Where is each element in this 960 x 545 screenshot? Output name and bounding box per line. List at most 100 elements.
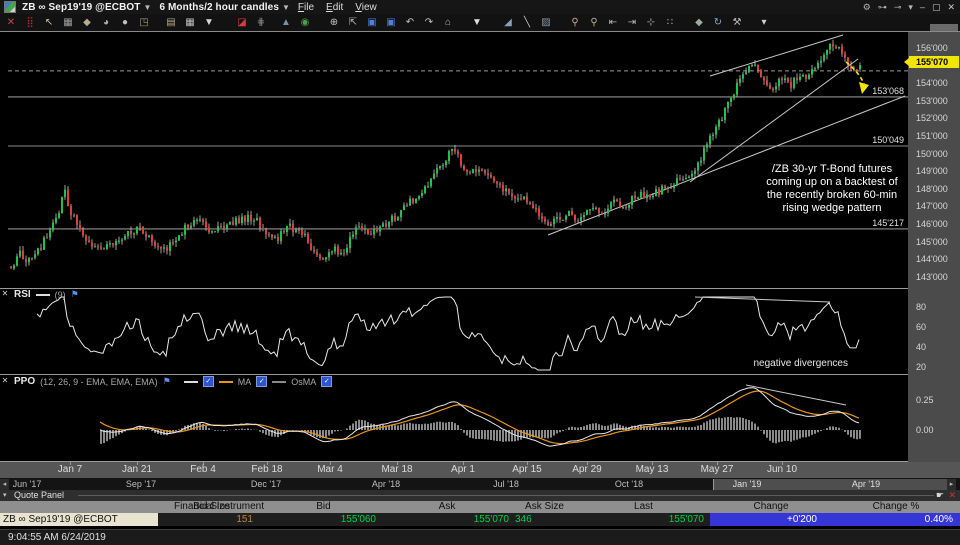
quad-grid-icon[interactable]: ▦ [182, 15, 198, 30]
rsi-scale-label: 80 [916, 302, 927, 312]
price-axis-label: 151'000 [916, 131, 948, 141]
symbol-dropdown-icon[interactable]: ▼ [144, 3, 152, 12]
date-axis-label: Mar 18 [381, 464, 413, 475]
quote-column-header: Ask [438, 501, 456, 512]
tools-icon[interactable]: ⚒ [729, 15, 745, 30]
globe-icon[interactable]: ◉ [297, 15, 313, 30]
scroll-date-label: Dec '17 [250, 479, 282, 489]
rsi-divergence-note: negative divergences [753, 358, 848, 369]
shift-right-icon[interactable]: ⇥ [624, 15, 640, 30]
minimize-icon[interactable]: – [920, 2, 925, 12]
menu-file[interactable]: File [298, 2, 314, 13]
price-axis-label: 154'000 [916, 78, 948, 89]
zoom-out-icon[interactable]: ⚲ [586, 15, 602, 30]
image-region-icon[interactable]: ◳ [136, 15, 152, 30]
drawing-toolbar: ✕ ⣿ ↖ ▦ ◆ ◕ ● ◳ ▤ ▦ ▼ ◪ ⋕ ▲ ◉ ⊕ ⇱ ▣ ▣ ↶ ↷ ⌂ ▼ ◢ ╲ ▨ ⚲ ⚲ ⇤ ⇥ ⊹ ∷ ◆ ↻ ⚒ ▾ [0, 14, 960, 31]
chart-scrollbar[interactable]: ◂ Jun '17 Sep '17 Dec '17 Apr '18 Jul '18 Oct … [0, 478, 960, 490]
redo-icon[interactable]: ↷ [421, 15, 437, 30]
price-axis[interactable]: 156'000 154'000 153'000 152'000 151'000 150'0… [904, 32, 960, 462]
note-box-icon[interactable]: ▣ [383, 15, 399, 30]
toolbar-gap [220, 15, 234, 30]
level-price-label: 145'217 [872, 218, 904, 228]
quote-column-header: Bid [316, 501, 331, 512]
remove-study-icon[interactable]: ✕ [3, 15, 19, 30]
price-axis-label: 153'000 [916, 95, 948, 106]
toolbar-gap [557, 15, 567, 30]
layout-icon[interactable]: ▤ [163, 15, 179, 30]
date-axis-label: Mar 4 [317, 464, 343, 475]
panel-separator[interactable] [0, 374, 908, 375]
quote-change: +0'200 [710, 513, 832, 526]
reload-data-icon[interactable]: ↻ [710, 15, 726, 30]
quote-instrument[interactable]: ZB ∞ Sep19'19 @ECBOT [0, 513, 158, 526]
shift-left-icon[interactable]: ⇤ [605, 15, 621, 30]
pointer-tool-icon[interactable]: ↖ [41, 15, 57, 30]
hand-tool-icon[interactable]: ◆ [79, 15, 95, 30]
link-icon[interactable]: ⊶ [878, 2, 887, 13]
scroll-date-label: Jul '18 [493, 479, 519, 489]
quote-panel-close-icon[interactable]: ✕ [948, 490, 956, 501]
timeframe-title[interactable]: 6 Months/2 hour candles [159, 2, 279, 13]
channel-tool-icon[interactable]: ▨ [538, 15, 554, 30]
chart-symbol-title[interactable]: ZB ∞ Sep19'19 @ECBOT [22, 2, 141, 13]
date-axis[interactable]: Jan 7 Jan 21 Feb 4 Feb 18 Mar 4 Mar 18 Apr 1 Ap… [0, 462, 960, 478]
volume-bars-icon[interactable]: ⋕ [253, 15, 269, 30]
price-axis-label: 143'000 [916, 271, 948, 282]
quote-panel-hand-icon[interactable]: ☛ [936, 490, 944, 501]
bar-spacing-icon[interactable]: ∷ [662, 15, 678, 30]
chart-annotation-text: the recently broken 60-min [767, 189, 897, 201]
toolbar-gap [155, 15, 163, 30]
settings-icon[interactable]: ⚙ [863, 2, 871, 13]
scroll-date-label: Jun '17 [12, 479, 42, 489]
menu-view[interactable]: View [355, 2, 377, 13]
trendline-icon[interactable]: ◢ [500, 15, 516, 30]
quote-panel-title: Quote Panel [14, 490, 65, 500]
menu-edit[interactable]: Edit [326, 2, 343, 13]
panel-separator[interactable] [0, 288, 908, 289]
ppo-plot[interactable] [8, 383, 908, 461]
pin-icon[interactable]: ⊸ [894, 2, 902, 13]
quote-panel-collapse-icon[interactable]: ▾ [3, 491, 7, 499]
maximize-icon[interactable]: ▢ [932, 2, 941, 13]
magnet-snap-icon[interactable]: ⣿ [22, 15, 38, 30]
scroll-right-button[interactable]: ▸ [947, 479, 956, 490]
annotate-icon[interactable]: ⇱ [345, 15, 361, 30]
ray-tool-icon[interactable]: ╲ [519, 15, 535, 30]
center-chart-icon[interactable]: ⊹ [643, 15, 659, 30]
grid-icon[interactable]: ▦ [60, 15, 76, 30]
ellipse-tool-icon[interactable]: ◕ [98, 15, 114, 30]
callout-icon[interactable]: ⌂ [440, 15, 456, 30]
ppo-scale-label: 0.25 [916, 395, 934, 405]
quote-row[interactable]: ZB ∞ Sep19'19 @ECBOT 151 155'060 155'070… [0, 513, 960, 526]
filter-icon[interactable]: ▼ [201, 15, 217, 30]
shapes-icon[interactable]: ◆ [691, 15, 707, 30]
quote-column-header: Last [634, 501, 653, 512]
quote-panel-header-row: Financial Instrument Bid Size Bid Ask Ask Si… [0, 501, 960, 513]
more-tools-icon[interactable]: ▾ [756, 15, 772, 30]
edit-chart-icon[interactable]: ◪ [234, 15, 250, 30]
scroll-left-button[interactable]: ◂ [0, 479, 9, 490]
crosshair-icon[interactable]: ⊕ [326, 15, 342, 30]
scroll-date-label: Oct '18 [614, 479, 644, 489]
close-icon[interactable]: ✕ [947, 2, 955, 13]
pin-caret-icon[interactable]: ▾ [908, 2, 913, 13]
quote-panel-rule [78, 495, 934, 496]
date-axis-label: Jan 7 [57, 464, 83, 475]
price-axis-label: 152'000 [916, 113, 948, 124]
last-price-tag: 155'070 [909, 55, 959, 68]
level-price-label: 153'068 [872, 86, 904, 96]
tool-filter-icon[interactable]: ▼ [469, 15, 485, 30]
scroll-date-label: Apr '19 [851, 479, 881, 489]
pyramid-icon[interactable]: ▲ [278, 15, 294, 30]
quote-ask: 155'070 [473, 514, 509, 525]
quote-bid-size: 151 [236, 514, 253, 525]
circle-tool-icon[interactable]: ● [117, 15, 133, 30]
text-box-icon[interactable]: ▣ [364, 15, 380, 30]
price-axis-label: 146'000 [916, 219, 948, 229]
undo-icon[interactable]: ↶ [402, 15, 418, 30]
price-axis-label: 145'000 [916, 236, 948, 247]
candlestick-chart[interactable]: 153'068 150'049 145'217/ZB 30-yr T-Bond fu… [8, 32, 908, 289]
zoom-in-icon[interactable]: ⚲ [567, 15, 583, 30]
timeframe-dropdown-icon[interactable]: ▼ [282, 3, 290, 12]
quote-last: 155'070 [668, 514, 704, 525]
